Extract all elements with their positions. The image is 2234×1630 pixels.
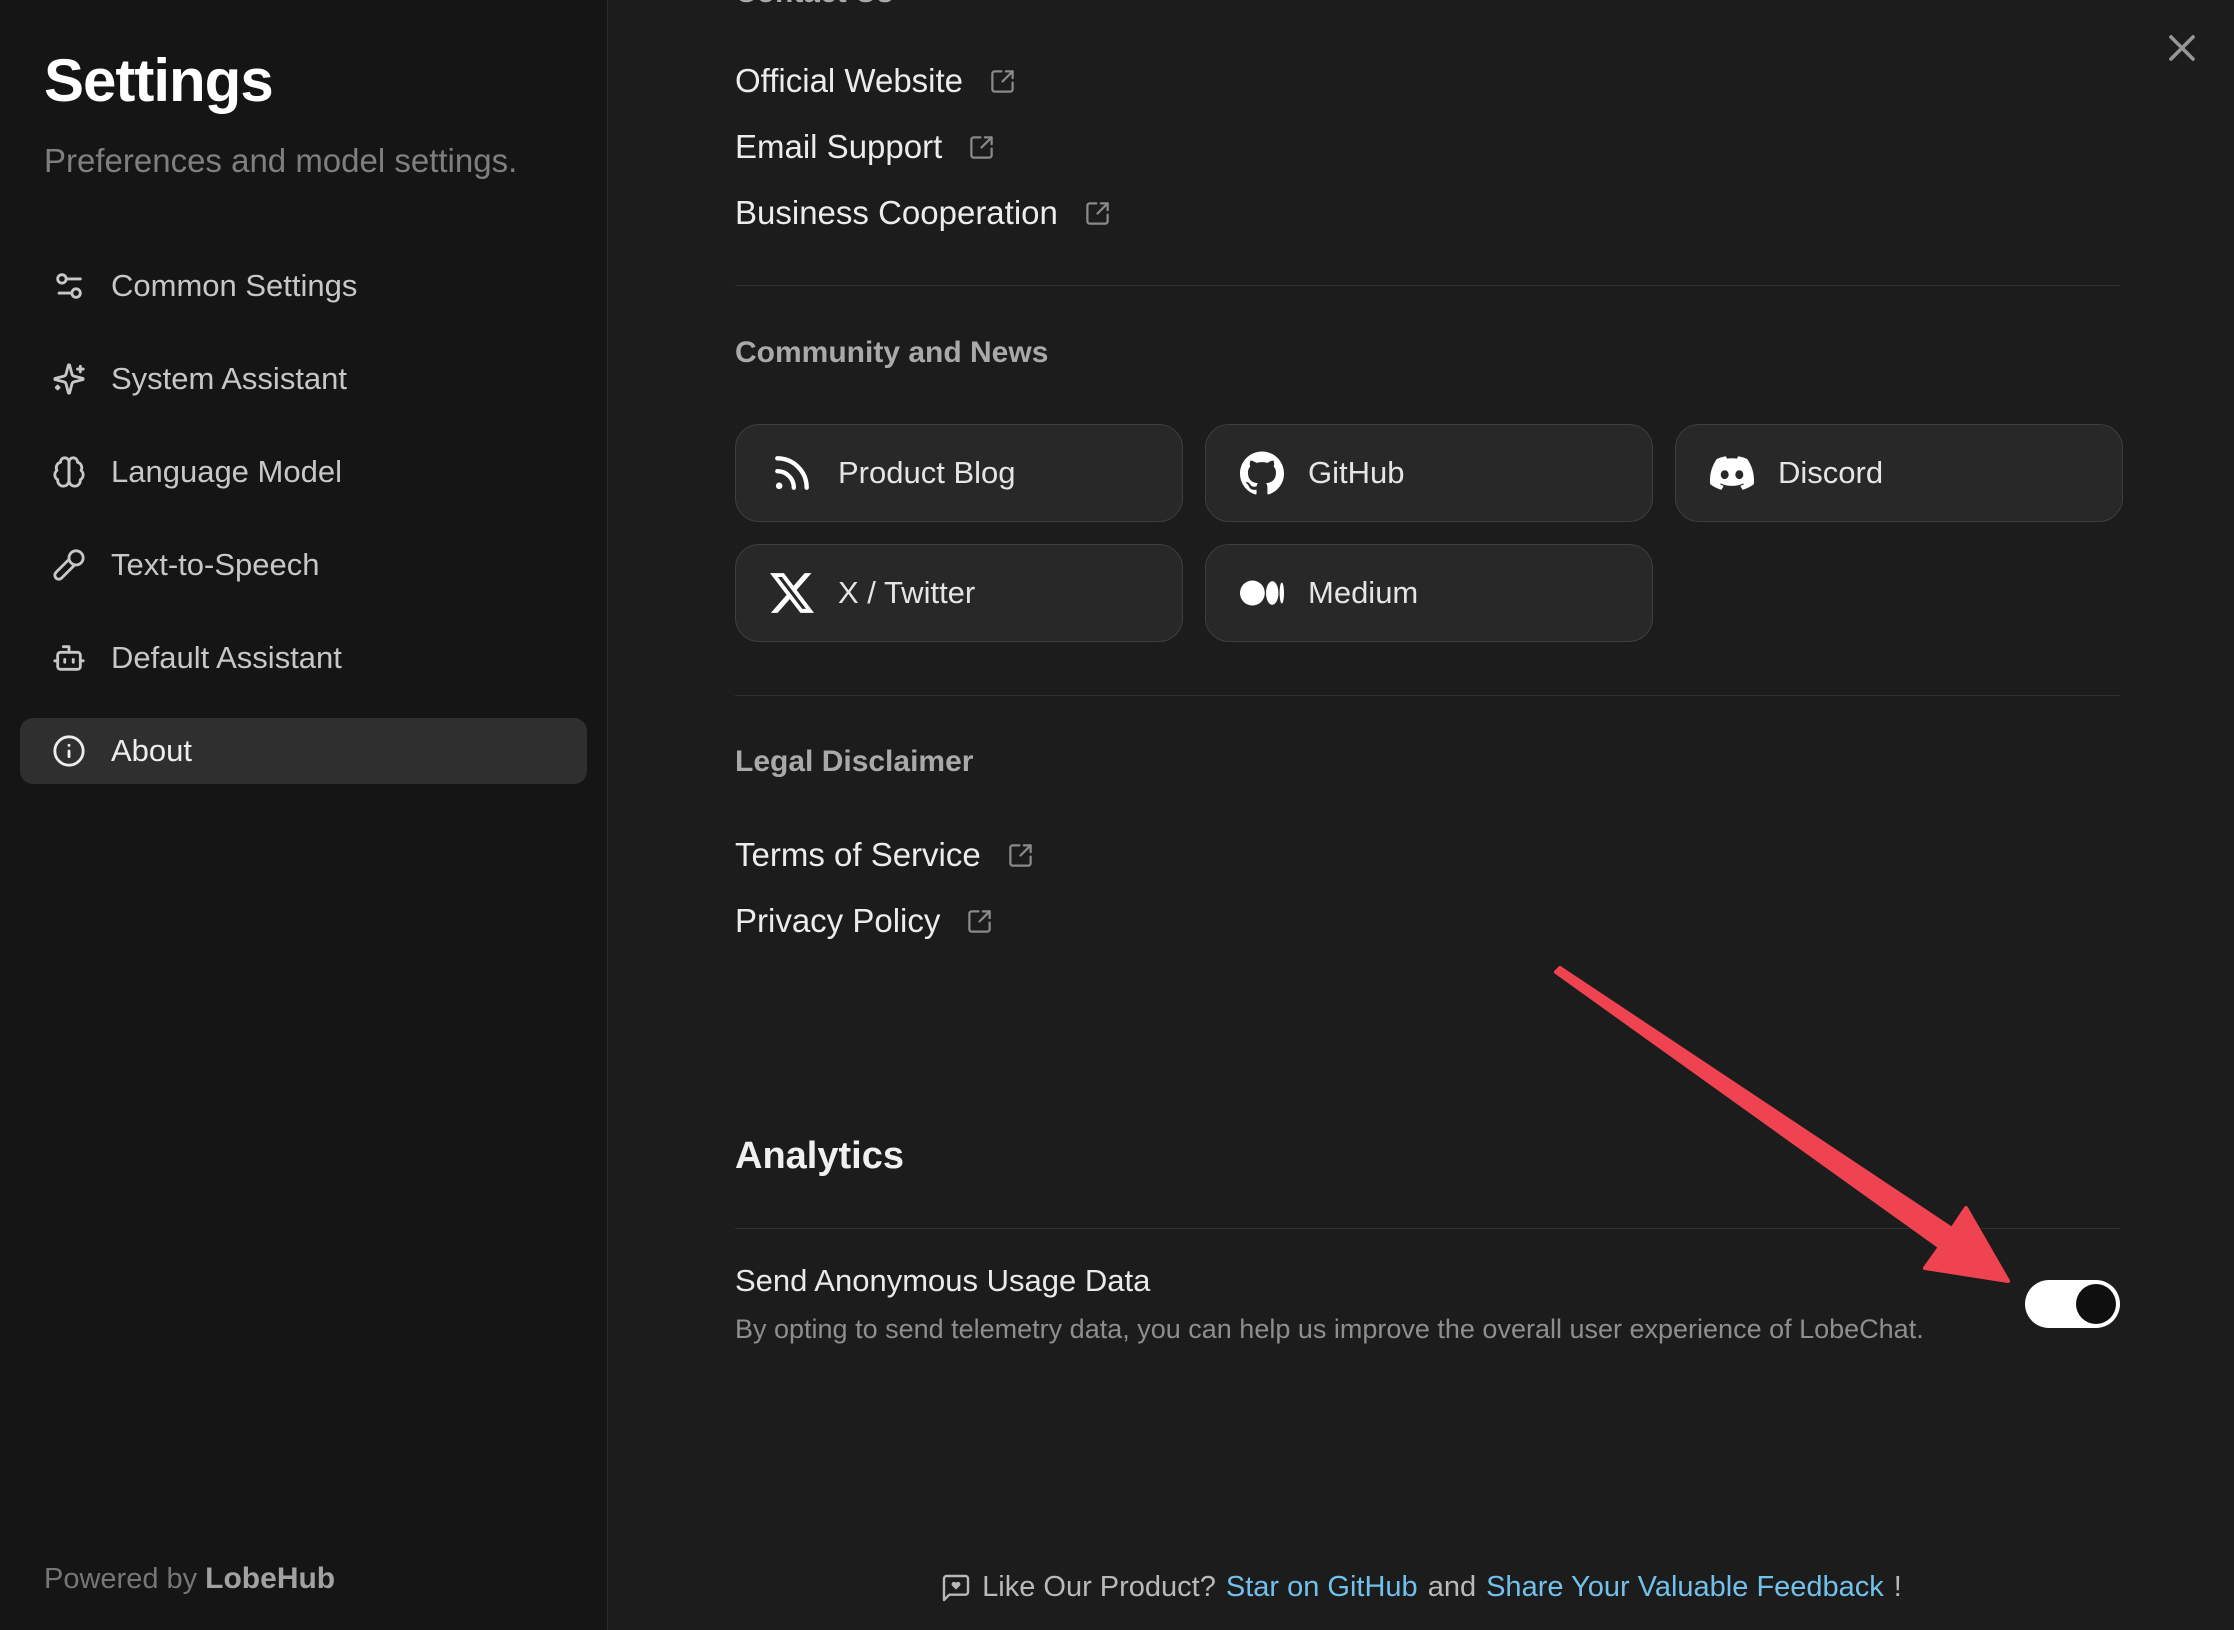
telemetry-setting-label: Send Anonymous Usage Data (735, 1259, 2025, 1303)
external-link-icon (966, 908, 993, 935)
medium-button[interactable]: Medium (1205, 544, 1653, 642)
button-label: Medium (1308, 575, 1418, 611)
analytics-divider (735, 1228, 2120, 1229)
sidebar-item-system-assistant[interactable]: System Assistant (20, 346, 587, 412)
medium-icon (1240, 571, 1284, 615)
share-feedback-link[interactable]: Share Your Valuable Feedback (1486, 1571, 1884, 1604)
telemetry-setting-text: Send Anonymous Usage Data By opting to s… (735, 1259, 2025, 1349)
sidebar-item-default-assistant[interactable]: Default Assistant (20, 625, 587, 691)
telemetry-setting-row: Send Anonymous Usage Data By opting to s… (735, 1259, 2120, 1349)
external-link-icon (1007, 842, 1034, 869)
link-label: Business Cooperation (735, 194, 1058, 232)
mic-icon (52, 548, 86, 582)
section-divider (735, 285, 2120, 286)
sidebar-item-label: Language Model (111, 454, 342, 490)
sparkles-icon (52, 362, 86, 396)
message-heart-icon (940, 1572, 972, 1604)
official-website-link[interactable]: Official Website (735, 48, 1016, 114)
telemetry-setting-description: By opting to send telemetry data, you ca… (735, 1309, 2025, 1349)
powered-by-text: Powered by (44, 1563, 197, 1595)
external-link-icon (1084, 200, 1111, 227)
about-content: Contact Us Official Website Email Suppor… (608, 0, 2234, 1349)
email-support-link[interactable]: Email Support (735, 114, 995, 180)
sidebar-item-common-settings[interactable]: Common Settings (20, 253, 587, 319)
toggle-knob (2076, 1284, 2116, 1324)
x-twitter-button[interactable]: X / Twitter (735, 544, 1183, 642)
sidebar-item-label: System Assistant (111, 361, 347, 397)
contact-links: Official Website Email Support Business … (735, 48, 2120, 246)
legal-heading: Legal Disclaimer (735, 743, 2120, 781)
external-link-icon (968, 134, 995, 161)
product-blog-button[interactable]: Product Blog (735, 424, 1183, 522)
community-buttons: Product Blog GitHub Discord (735, 424, 2120, 642)
button-label: Discord (1778, 455, 1883, 491)
legal-links: Terms of Service Privacy Policy (735, 822, 2120, 954)
link-label: Official Website (735, 62, 963, 100)
discord-icon (1710, 451, 1754, 495)
discord-button[interactable]: Discord (1675, 424, 2123, 522)
external-link-icon (989, 68, 1016, 95)
feedback-footer: Like Our Product? Star on GitHub and Sha… (608, 1571, 2234, 1604)
sidebar-item-label: About (111, 733, 192, 769)
terms-of-service-link[interactable]: Terms of Service (735, 822, 1034, 888)
info-icon (52, 734, 86, 768)
section-divider (735, 695, 2120, 696)
settings-sidebar: Settings Preferences and model settings.… (0, 0, 608, 1630)
github-icon (1240, 451, 1284, 495)
sidebar-item-label: Default Assistant (111, 640, 342, 676)
about-panel: Contact Us Official Website Email Suppor… (608, 0, 2234, 1630)
powered-by: Powered byLobeHub (44, 1562, 335, 1596)
analytics-heading: Analytics (735, 1132, 2120, 1180)
link-label: Privacy Policy (735, 902, 940, 940)
star-on-github-link[interactable]: Star on GitHub (1226, 1571, 1418, 1604)
sliders-icon (52, 269, 86, 303)
rss-icon (770, 451, 814, 495)
footer-middle: and (1428, 1571, 1476, 1604)
bot-icon (52, 641, 86, 675)
link-label: Terms of Service (735, 836, 981, 874)
sidebar-nav: Common Settings System Assistant Languag… (20, 253, 587, 784)
settings-modal: Settings Preferences and model settings.… (0, 0, 2234, 1630)
business-cooperation-link[interactable]: Business Cooperation (735, 180, 1111, 246)
button-label: GitHub (1308, 455, 1404, 491)
github-button[interactable]: GitHub (1205, 424, 1653, 522)
page-subtitle: Preferences and model settings. (44, 140, 567, 182)
telemetry-toggle[interactable] (2025, 1280, 2120, 1328)
footer-prefix: Like Our Product? (982, 1571, 1216, 1604)
page-title: Settings (44, 46, 567, 116)
sidebar-item-about[interactable]: About (20, 718, 587, 784)
sidebar-item-label: Common Settings (111, 268, 357, 304)
contact-us-heading: Contact Us (735, 0, 2120, 12)
footer-suffix: ! (1894, 1571, 1902, 1604)
sidebar-item-language-model[interactable]: Language Model (20, 439, 587, 505)
button-label: X / Twitter (838, 575, 975, 611)
close-icon[interactable] (2160, 26, 2204, 70)
sidebar-item-text-to-speech[interactable]: Text-to-Speech (20, 532, 587, 598)
lobehub-brand[interactable]: LobeHub (205, 1562, 335, 1595)
privacy-policy-link[interactable]: Privacy Policy (735, 888, 993, 954)
link-label: Email Support (735, 128, 942, 166)
x-icon (770, 571, 814, 615)
sidebar-item-label: Text-to-Speech (111, 547, 320, 583)
community-heading: Community and News (735, 334, 2120, 372)
brain-icon (52, 455, 86, 489)
button-label: Product Blog (838, 455, 1016, 491)
sidebar-header: Settings Preferences and model settings. (0, 0, 607, 182)
